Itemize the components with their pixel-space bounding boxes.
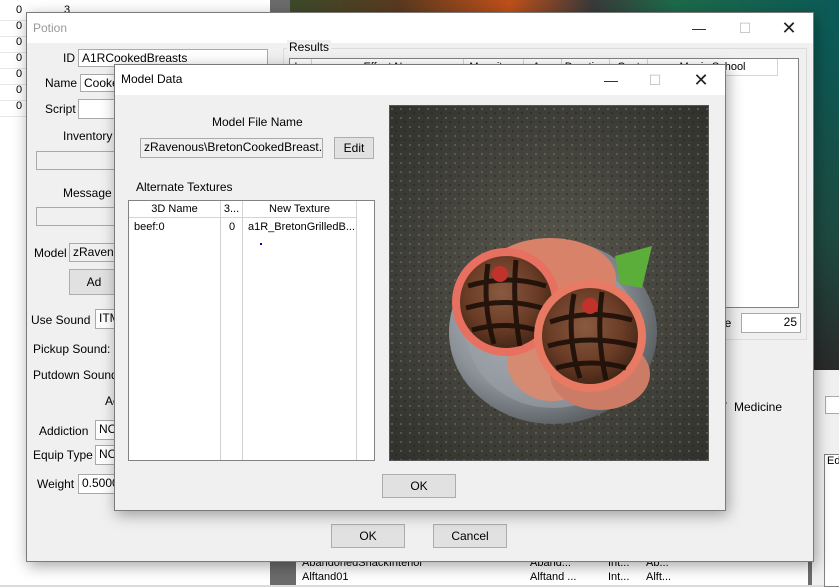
id-label: ID: [63, 51, 75, 65]
grid-cell: 0: [16, 20, 23, 32]
grid-cell: 0: [16, 68, 23, 80]
grid-cell: 0: [16, 36, 23, 48]
grid-cell: 0: [16, 4, 23, 16]
inventory-icon-field[interactable]: [36, 151, 116, 170]
model-field[interactable]: zRaveno: [69, 243, 119, 262]
list-item-col: Alft...: [646, 571, 672, 583]
cooked-breast-preview-image: [390, 106, 708, 460]
grid-cell: 0: [16, 84, 23, 96]
texture-row-texture[interactable]: a1R_BretonGrilledB...: [248, 221, 356, 233]
background-list: Ed: [824, 454, 839, 587]
potion-cancel-button[interactable]: Cancel: [433, 524, 507, 548]
minimize-button[interactable]: —: [589, 67, 633, 93]
edit-model-button[interactable]: Edit: [334, 137, 374, 159]
list-item-col: Alftand ...: [530, 571, 577, 583]
pickup-sound-label: Pickup Sound:: [33, 342, 111, 356]
equip-type-label: Equip Type: [33, 448, 93, 462]
maximize-button[interactable]: ☐: [633, 67, 677, 93]
weight-label: Weight: [37, 477, 75, 491]
grid-cell: 0: [16, 52, 23, 64]
results-label: Results: [287, 40, 332, 54]
texture-row-index[interactable]: 0: [229, 221, 235, 233]
putdown-sound-label: Putdown Sound:: [33, 368, 122, 382]
maximize-button[interactable]: ☐: [723, 15, 767, 41]
column-header-index[interactable]: 3...: [221, 201, 243, 218]
model-data-titlebar[interactable]: Model Data — ☐ ✕: [115, 65, 725, 95]
script-select[interactable]: [78, 99, 118, 119]
edge-header: Ed: [827, 455, 839, 467]
model-label: Model: [34, 246, 67, 260]
name-label: Name: [45, 76, 78, 90]
inventory-icon-label: Inventory i: [63, 129, 119, 143]
list-item-name[interactable]: Alftand01: [302, 571, 348, 583]
window-title: Potion: [33, 21, 68, 35]
potion-titlebar[interactable]: Potion — ☐ ✕: [27, 13, 813, 43]
add-model-button[interactable]: Ad: [69, 269, 119, 295]
model-file-field[interactable]: zRavenous\BretonCookedBreast.nif: [140, 138, 323, 158]
message-icon-field[interactable]: [36, 207, 116, 226]
minimize-button[interactable]: —: [677, 15, 721, 41]
column-divider: [220, 218, 221, 460]
model-file-label: Model File Name: [212, 115, 303, 129]
column-divider: [242, 218, 243, 460]
column-header-3d-name[interactable]: 3D Name: [129, 201, 221, 218]
model-data-ok-button[interactable]: OK: [382, 474, 456, 498]
value-field[interactable]: 25: [741, 313, 801, 333]
alt-textures-list[interactable]: 3D Name 3... New Texture beef:0 0 a1R_Br…: [128, 200, 375, 461]
close-button[interactable]: ✕: [767, 15, 811, 41]
script-label: Script: [45, 102, 76, 116]
close-button[interactable]: ✕: [679, 67, 723, 93]
model-data-dialog: Model Data — ☐ ✕ Model File Name zRaveno…: [114, 64, 726, 511]
medicine-label: Medicine: [734, 400, 783, 414]
texture-row-name[interactable]: beef:0: [134, 221, 165, 233]
potion-ok-button[interactable]: OK: [331, 524, 405, 548]
grid-cell: 0: [16, 100, 23, 112]
column-header-new-texture[interactable]: New Texture: [243, 201, 357, 218]
background-panel: Ed: [812, 370, 839, 587]
column-divider: [356, 218, 357, 460]
background-field[interactable]: [825, 396, 839, 414]
addiction-label: Addiction: [39, 424, 89, 438]
model-preview[interactable]: [389, 105, 709, 461]
weight-field[interactable]: 0.5000: [78, 474, 119, 494]
alt-textures-label: Alternate Textures: [136, 180, 233, 194]
dialog-title: Model Data: [121, 72, 183, 86]
use-sound-label: Use Sound: [31, 313, 91, 327]
list-item-col: Int...: [608, 571, 630, 583]
cursor-dot: [260, 243, 262, 245]
